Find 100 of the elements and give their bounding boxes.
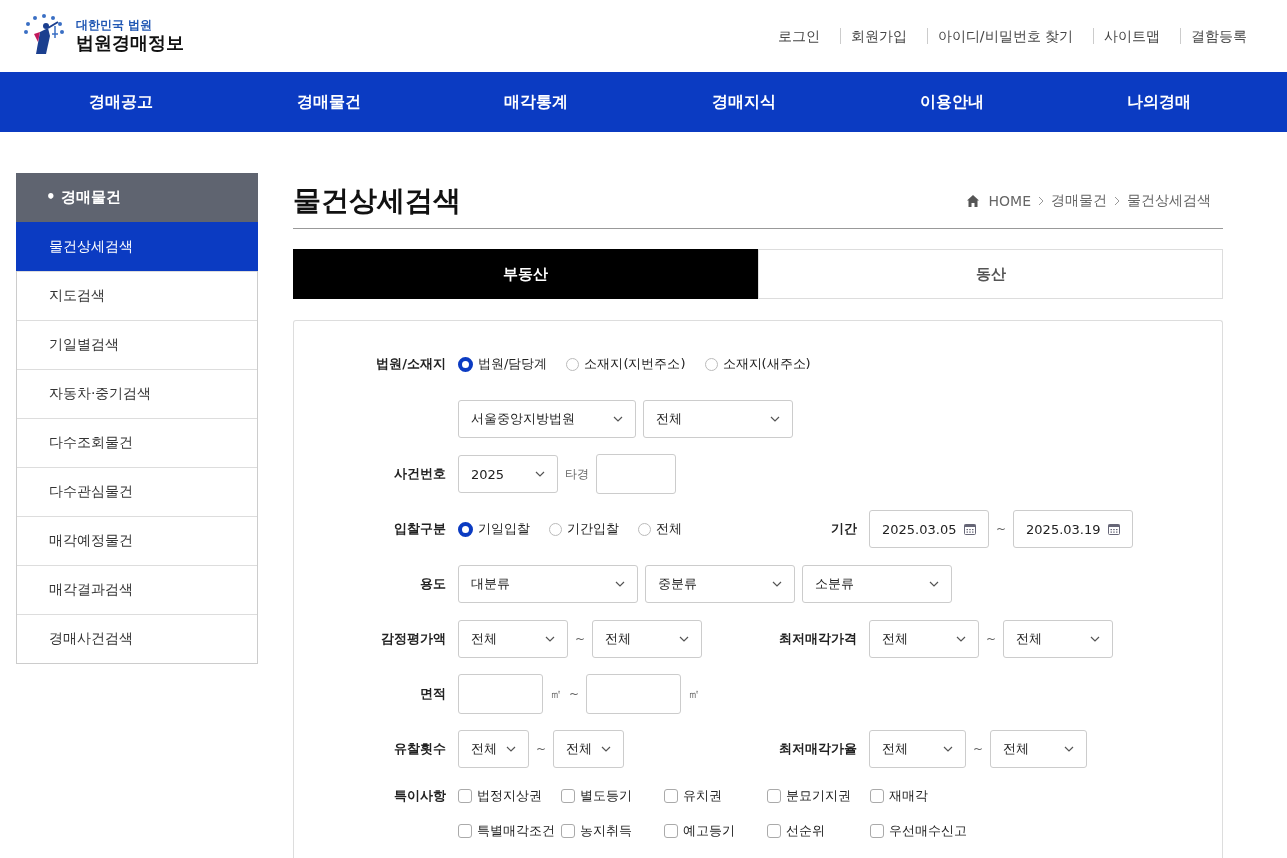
radio-icon[interactable] xyxy=(458,521,473,537)
text-input-field[interactable] xyxy=(596,454,676,494)
dropdown-select[interactable]: 전체 xyxy=(553,730,625,768)
checkbox-icon[interactable] xyxy=(870,789,884,803)
header-link[interactable]: 아이디/비밀번호 찾기 xyxy=(926,28,1083,44)
logo-subtitle: 대한민국 법원 xyxy=(76,18,154,32)
header-link[interactable]: 결함등록 xyxy=(1180,28,1257,44)
checkbox-option[interactable]: 농지취득 xyxy=(561,819,664,843)
sidebar-item[interactable]: 매각결과검색 xyxy=(17,565,257,614)
breadcrumb-link[interactable]: 물건상세검색 xyxy=(1127,191,1211,210)
breadcrumb-link[interactable]: HOME xyxy=(988,192,1031,209)
dropdown-select[interactable]: 중분류 xyxy=(645,565,795,603)
checkbox-icon[interactable] xyxy=(767,824,781,838)
sidebar-item[interactable]: 지도검색 xyxy=(17,271,257,320)
chevron-down-icon xyxy=(679,636,690,642)
sidebar-item[interactable]: 물건상세검색 xyxy=(16,222,258,271)
chevron-down-icon xyxy=(601,746,612,752)
dropdown-select[interactable]: 전체 xyxy=(869,730,966,768)
header-link[interactable]: 회원가입 xyxy=(839,28,917,44)
nav-menu-item[interactable]: 경매물건 xyxy=(224,72,433,132)
checkbox-icon[interactable] xyxy=(458,789,472,803)
checkbox-option[interactable]: 재매각 xyxy=(870,784,973,808)
page-title: 물건상세검색 xyxy=(293,182,461,219)
chevron-down-icon xyxy=(772,581,782,587)
sidebar-item[interactable]: 자동차·중기검색 xyxy=(17,369,257,418)
field-label: 기간 xyxy=(830,520,857,538)
date-field[interactable]: 2025.03.05 xyxy=(869,510,989,548)
field-text: 타경 xyxy=(565,465,589,483)
checkbox-option[interactable]: 별도등기 xyxy=(561,784,664,808)
nav-menu-item[interactable]: 이용안내 xyxy=(847,72,1056,132)
checkbox-option[interactable]: 우선매수신고 xyxy=(870,819,973,843)
dropdown-select[interactable]: 전체 xyxy=(990,730,1088,768)
checkbox-option[interactable]: 특별매각조건 xyxy=(458,819,561,843)
calendar-icon[interactable] xyxy=(1108,523,1121,535)
chevron-down-icon xyxy=(1090,636,1101,642)
dropdown-select[interactable]: 서울중앙지방법원 xyxy=(458,400,636,438)
checkbox-option[interactable]: 법정지상권 xyxy=(458,784,561,808)
radio-label: 기간입찰 xyxy=(567,520,619,538)
radio-label: 기일입찰 xyxy=(478,520,530,538)
chevron-right-icon xyxy=(1038,195,1044,206)
checkbox-icon[interactable] xyxy=(767,789,781,803)
text-input-field[interactable] xyxy=(586,674,682,714)
category-tab[interactable]: 부동산 xyxy=(293,249,758,299)
dropdown-select[interactable]: 전체 xyxy=(592,620,703,658)
checkbox-label: 법정지상권 xyxy=(477,787,542,805)
header-link[interactable]: 사이트맵 xyxy=(1093,28,1170,44)
radio-option[interactable]: 기간입찰 xyxy=(549,520,619,538)
checkbox-label: 유치권 xyxy=(683,787,722,805)
chevron-down-icon xyxy=(943,746,953,752)
nav-menu-item[interactable]: 매각통계 xyxy=(432,72,640,132)
field-text: ㎡ xyxy=(688,685,701,703)
chevron-right-icon xyxy=(1114,195,1120,206)
checkbox-label: 특별매각조건 xyxy=(477,822,555,840)
date-field[interactable]: 2025.03.19 xyxy=(1013,510,1134,548)
radio-icon[interactable] xyxy=(458,356,473,372)
dropdown-select[interactable]: 소분류 xyxy=(802,565,952,603)
logo-title[interactable]: 법원경매정보 xyxy=(76,32,184,54)
checkbox-option[interactable]: 선순위 xyxy=(767,819,870,843)
radio-option[interactable]: 법원/담당계 xyxy=(458,355,548,373)
checkbox-icon[interactable] xyxy=(664,824,678,838)
checkbox-icon[interactable] xyxy=(664,789,678,803)
checkbox-icon[interactable] xyxy=(870,824,884,838)
text-input-field[interactable] xyxy=(458,674,543,714)
chevron-down-icon xyxy=(956,636,966,642)
checkbox-icon[interactable] xyxy=(561,789,575,803)
checkbox-option[interactable]: 유치권 xyxy=(664,784,767,808)
nav-menu-item[interactable]: 나의경매 xyxy=(1055,72,1264,132)
dropdown-select[interactable]: 전체 xyxy=(869,620,979,658)
header-link[interactable]: 로그인 xyxy=(767,28,830,44)
sidebar-item[interactable]: 기일별검색 xyxy=(17,320,257,369)
field-label: 입찰구분 xyxy=(393,520,446,538)
sidebar-item[interactable]: 경매사건검색 xyxy=(17,614,257,663)
home-icon xyxy=(965,193,980,208)
dropdown-select[interactable]: 전체 xyxy=(458,730,529,768)
radio-option[interactable]: 기일입찰 xyxy=(458,520,530,538)
dropdown-select[interactable]: 2025 xyxy=(458,455,558,493)
sidebar-item[interactable]: 다수관심물건 xyxy=(17,467,257,516)
checkbox-label: 별도등기 xyxy=(580,787,632,805)
chevron-down-icon xyxy=(535,471,545,477)
category-tab[interactable]: 동산 xyxy=(758,249,1223,299)
checkbox-option[interactable]: 예고등기 xyxy=(664,819,767,843)
nav-menu-item[interactable]: 경매공고 xyxy=(17,72,225,132)
sidebar-item[interactable]: 다수조회물건 xyxy=(17,418,257,467)
dropdown-select[interactable]: 전체 xyxy=(643,400,793,438)
radio-option[interactable]: 소재지(새주소) xyxy=(704,355,811,373)
chevron-down-icon xyxy=(613,416,623,422)
radio-option[interactable]: 전체 xyxy=(638,520,682,538)
checkbox-icon[interactable] xyxy=(561,824,575,838)
dropdown-select[interactable]: 대분류 xyxy=(458,565,638,603)
dropdown-select[interactable]: 전체 xyxy=(1003,620,1114,658)
nav-menu-item[interactable]: 경매지식 xyxy=(640,72,848,132)
checkbox-option[interactable]: 분묘기지권 xyxy=(767,784,870,808)
radio-label: 소재지(새주소) xyxy=(722,355,811,373)
field-text: ~ xyxy=(575,632,586,646)
chevron-down-icon xyxy=(506,746,516,752)
sidebar-item[interactable]: 매각예정물건 xyxy=(17,516,257,565)
calendar-icon[interactable] xyxy=(964,523,976,535)
dropdown-select[interactable]: 전체 xyxy=(458,620,568,658)
breadcrumb-link[interactable]: 경매물건 xyxy=(1051,191,1107,210)
checkbox-icon[interactable] xyxy=(458,824,472,838)
